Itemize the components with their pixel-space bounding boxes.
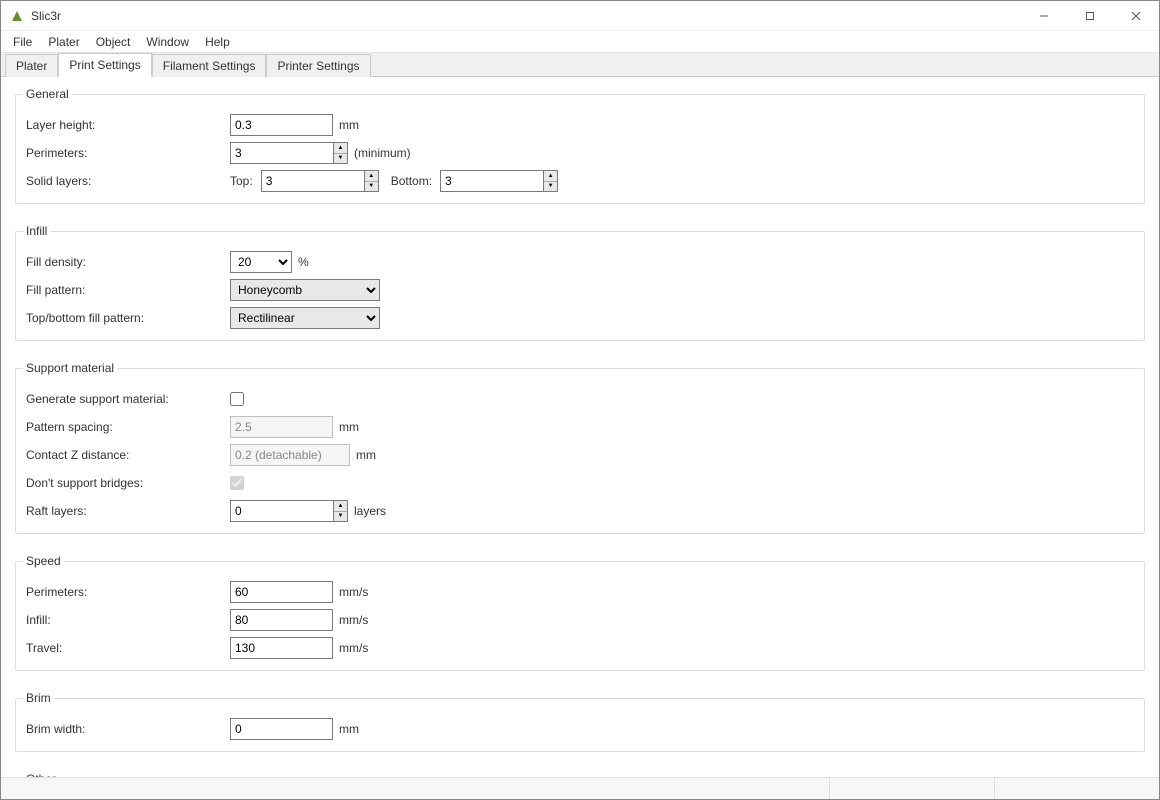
group-infill-legend: Infill: [23, 224, 50, 238]
menu-file[interactable]: File: [5, 33, 40, 51]
fill-pattern-combo[interactable]: Honeycomb: [230, 279, 380, 301]
maximize-button[interactable]: [1067, 1, 1113, 31]
pattern-spacing-label: Pattern spacing:: [26, 420, 230, 434]
speed-infill-label: Infill:: [26, 613, 230, 627]
fill-density-combo[interactable]: 20: [230, 251, 292, 273]
group-support-legend: Support material: [23, 361, 117, 375]
menu-plater[interactable]: Plater: [40, 33, 87, 51]
group-infill: Infill Fill density: 20 % Fill pattern: …: [15, 224, 1145, 341]
tab-print-settings[interactable]: Print Settings: [58, 53, 151, 77]
tab-bar: Plater Print Settings Filament Settings …: [1, 53, 1159, 77]
tab-printer-settings[interactable]: Printer Settings: [266, 54, 370, 77]
layer-height-label: Layer height:: [26, 118, 230, 132]
solid-layers-bottom-spin-buttons[interactable]: ▲ ▼: [543, 170, 558, 192]
spin-up-icon[interactable]: ▲: [334, 143, 347, 154]
menu-object[interactable]: Object: [88, 33, 139, 51]
fill-pattern-label: Fill pattern:: [26, 283, 230, 297]
generate-support-label: Generate support material:: [26, 392, 230, 406]
spin-up-icon[interactable]: ▲: [365, 171, 378, 182]
dont-support-bridges-checkbox: [230, 476, 244, 490]
group-general-legend: General: [23, 87, 72, 101]
menu-window[interactable]: Window: [138, 33, 197, 51]
solid-layers-top-spinner[interactable]: ▲ ▼: [261, 170, 379, 192]
speed-infill-unit: mm/s: [339, 613, 368, 627]
generate-support-checkbox[interactable]: [230, 392, 244, 406]
spin-down-icon[interactable]: ▼: [544, 182, 557, 192]
spin-down-icon[interactable]: ▼: [334, 154, 347, 164]
raft-layers-spinner[interactable]: ▲ ▼: [230, 500, 348, 522]
group-brim: Brim Brim width: mm: [15, 691, 1145, 752]
status-cell-2: [994, 778, 1159, 799]
brim-width-unit: mm: [339, 722, 359, 736]
dont-support-bridges-label: Don't support bridges:: [26, 476, 230, 490]
topbottom-pattern-combo[interactable]: Rectilinear: [230, 307, 380, 329]
settings-panel: General Layer height: mm Perimeters: ▲ ▼…: [1, 77, 1159, 777]
contact-z-unit: mm: [356, 448, 376, 462]
speed-travel-input[interactable]: [230, 637, 333, 659]
tab-plater[interactable]: Plater: [5, 54, 58, 77]
pattern-spacing-unit: mm: [339, 420, 359, 434]
group-speed: Speed Perimeters: mm/s Infill: mm/s Trav…: [15, 554, 1145, 671]
pattern-spacing-input: [230, 416, 333, 438]
solid-layers-top-label: Top:: [230, 174, 253, 188]
brim-width-label: Brim width:: [26, 722, 230, 736]
solid-layers-bottom-label: Bottom:: [391, 174, 432, 188]
group-speed-legend: Speed: [23, 554, 64, 568]
contact-z-label: Contact Z distance:: [26, 448, 230, 462]
solid-layers-bottom-spinner[interactable]: ▲ ▼: [440, 170, 558, 192]
status-cell-1: [829, 778, 994, 799]
solid-layers-bottom-input[interactable]: [440, 170, 543, 192]
fill-density-unit: %: [298, 255, 309, 269]
speed-travel-label: Travel:: [26, 641, 230, 655]
group-general: General Layer height: mm Perimeters: ▲ ▼…: [15, 87, 1145, 204]
perimeters-label: Perimeters:: [26, 146, 230, 160]
window-titlebar: Slic3r: [1, 1, 1159, 31]
perimeters-spin-buttons[interactable]: ▲ ▼: [333, 142, 348, 164]
contact-z-combo: [230, 444, 350, 466]
raft-layers-unit: layers: [354, 504, 386, 518]
spin-down-icon[interactable]: ▼: [365, 182, 378, 192]
group-other-legend: Other: [23, 772, 59, 777]
layer-height-unit: mm: [339, 118, 359, 132]
speed-perimeters-label: Perimeters:: [26, 585, 230, 599]
close-button[interactable]: [1113, 1, 1159, 31]
perimeters-spinner[interactable]: ▲ ▼: [230, 142, 348, 164]
app-icon: [9, 8, 25, 24]
fill-density-label: Fill density:: [26, 255, 230, 269]
perimeters-suffix: (minimum): [354, 146, 411, 160]
speed-perimeters-unit: mm/s: [339, 585, 368, 599]
perimeters-input[interactable]: [230, 142, 333, 164]
group-brim-legend: Brim: [23, 691, 54, 705]
spin-down-icon[interactable]: ▼: [334, 512, 347, 522]
speed-perimeters-input[interactable]: [230, 581, 333, 603]
window-controls: [1021, 1, 1159, 31]
raft-layers-label: Raft layers:: [26, 504, 230, 518]
spin-up-icon[interactable]: ▲: [334, 501, 347, 512]
menu-help[interactable]: Help: [197, 33, 238, 51]
solid-layers-top-spin-buttons[interactable]: ▲ ▼: [364, 170, 379, 192]
minimize-button[interactable]: [1021, 1, 1067, 31]
group-support: Support material Generate support materi…: [15, 361, 1145, 534]
speed-travel-unit: mm/s: [339, 641, 368, 655]
raft-layers-input[interactable]: [230, 500, 333, 522]
brim-width-input[interactable]: [230, 718, 333, 740]
solid-layers-label: Solid layers:: [26, 174, 230, 188]
solid-layers-top-input[interactable]: [261, 170, 364, 192]
spin-up-icon[interactable]: ▲: [544, 171, 557, 182]
speed-infill-input[interactable]: [230, 609, 333, 631]
group-other: Other XY Size Compensation: mm: [15, 772, 1145, 777]
menu-bar: File Plater Object Window Help: [1, 31, 1159, 53]
layer-height-input[interactable]: [230, 114, 333, 136]
window-title: Slic3r: [31, 9, 61, 23]
tab-filament-settings[interactable]: Filament Settings: [152, 54, 267, 77]
status-bar: [1, 777, 1159, 799]
raft-layers-spin-buttons[interactable]: ▲ ▼: [333, 500, 348, 522]
topbottom-pattern-label: Top/bottom fill pattern:: [26, 311, 230, 325]
